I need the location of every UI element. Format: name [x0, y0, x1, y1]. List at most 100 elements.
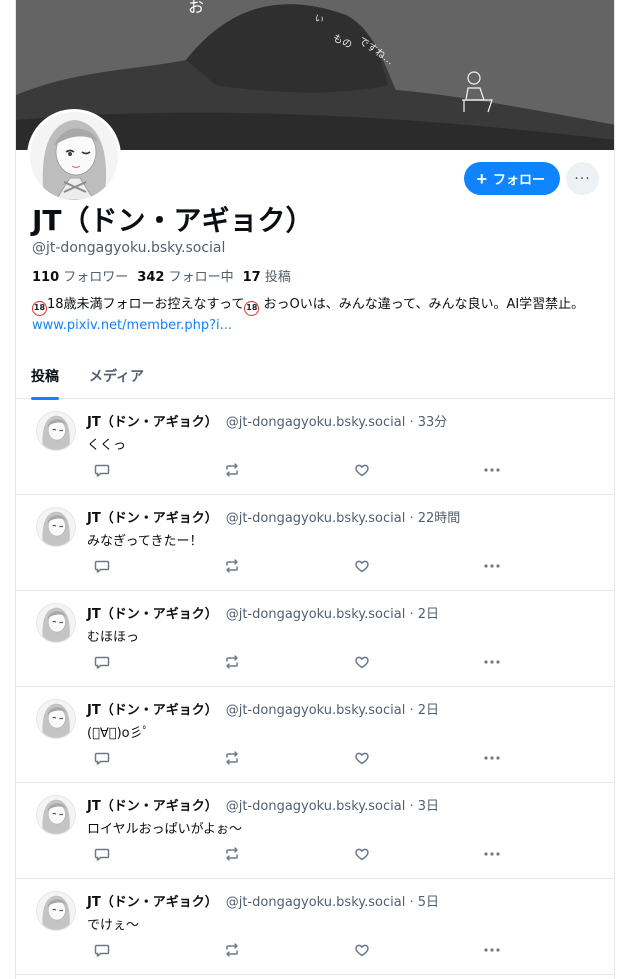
post-avatar[interactable] — [36, 795, 76, 835]
like-icon[interactable] — [353, 845, 371, 863]
post-meta: @jt-dongagyoku.bsky.social · 22時間 — [225, 511, 461, 526]
post-item[interactable]: JT（ドン・アギョク） @jt-dongagyoku.bsky.social · … — [16, 495, 614, 591]
like-icon[interactable] — [353, 461, 371, 479]
profile-info: JT（ドン・アギョク） @jt-dongagyoku.bsky.social 1… — [32, 203, 602, 333]
post-author[interactable]: JT（ドン・アギョク） — [87, 607, 218, 622]
following-label: フォロー中 — [168, 270, 234, 285]
post-item[interactable]: JT（ドン・アギョク） @jt-dongagyoku.bsky.social · … — [16, 399, 614, 495]
profile-tabs: 投稿 メディア — [16, 352, 614, 400]
reply-icon[interactable] — [93, 461, 111, 479]
post-header: JT（ドン・アギョク） @jt-dongagyoku.bsky.social · … — [87, 411, 447, 430]
like-icon[interactable] — [353, 557, 371, 575]
post-author[interactable]: JT（ドン・アギョク） — [87, 415, 218, 430]
post-author[interactable]: JT（ドン・アギョク） — [87, 703, 218, 718]
post-text: みなぎってきたー！ — [87, 534, 203, 549]
more-icon[interactable] — [483, 845, 501, 863]
post-text: むほほっ — [87, 630, 140, 645]
post-meta: @jt-dongagyoku.bsky.social · 3日 — [225, 799, 439, 814]
posts-count: 17 — [242, 270, 261, 285]
post-controls — [87, 461, 507, 479]
tab-posts[interactable]: 投稿 — [16, 352, 74, 400]
display-name: JT（ドン・アギョク） — [32, 204, 314, 237]
post-item[interactable]: JT（ドン・アギョク） @jt-dongagyoku.bsky.social · … — [16, 591, 614, 687]
repost-icon[interactable] — [223, 941, 241, 959]
post-feed: JT（ドン・アギョク） @jt-dongagyoku.bsky.social · … — [16, 399, 614, 975]
profile-avatar[interactable] — [27, 109, 121, 203]
post-header: JT（ドン・アギョク） @jt-dongagyoku.bsky.social · … — [87, 507, 460, 526]
followers-stat[interactable]: 110 フォロワー — [32, 266, 128, 285]
reply-icon[interactable] — [93, 749, 111, 767]
ellipsis-icon: ··· — [574, 170, 591, 187]
reply-icon[interactable] — [93, 941, 111, 959]
following-stat[interactable]: 342 フォロー中 — [137, 266, 233, 285]
post-meta: @jt-dongagyoku.bsky.social · 2日 — [225, 703, 439, 718]
like-icon[interactable] — [353, 653, 371, 671]
more-icon[interactable] — [483, 461, 501, 479]
followers-label: フォロワー — [63, 270, 129, 285]
post-item[interactable]: JT（ドン・アギョク） @jt-dongagyoku.bsky.social · … — [16, 879, 614, 975]
repost-icon[interactable] — [223, 845, 241, 863]
like-icon[interactable] — [353, 749, 371, 767]
post-header: JT（ドン・アギョク） @jt-dongagyoku.bsky.social · … — [87, 603, 439, 622]
profile-more-button[interactable]: ··· — [566, 162, 599, 195]
post-item[interactable]: JT（ドン・アギョク） @jt-dongagyoku.bsky.social · … — [16, 783, 614, 879]
profile-website-link[interactable]: www.pixiv.net/member.php?i... — [32, 318, 602, 333]
post-header: JT（ドン・アギョク） @jt-dongagyoku.bsky.social · … — [87, 891, 439, 910]
bio-text-1: 18歳未満フォローお控えなすって — [47, 297, 245, 312]
bio-text-2: おっOいは、みんな違って、みんな良い。AI学習禁止。 — [259, 297, 585, 312]
profile-actions: + フォロー ··· — [464, 162, 599, 195]
post-avatar[interactable] — [36, 891, 76, 931]
repost-icon[interactable] — [223, 461, 241, 479]
avatar-illustration — [37, 604, 75, 642]
post-text: でけぇ〜 — [87, 918, 140, 933]
post-author[interactable]: JT（ドン・アギョク） — [87, 511, 218, 526]
posts-label: 投稿 — [264, 270, 291, 285]
avatar-illustration — [30, 112, 118, 200]
like-icon[interactable] — [353, 941, 371, 959]
more-icon[interactable] — [483, 941, 501, 959]
post-header: JT（ドン・アギョク） @jt-dongagyoku.bsky.social · … — [87, 795, 439, 814]
profile-column: お い もの ですね… + フォロー ··· JT（ドン・アギョク） @jt-d… — [15, 0, 615, 979]
post-meta: @jt-dongagyoku.bsky.social · 33分 — [225, 415, 448, 430]
more-icon[interactable] — [483, 749, 501, 767]
post-avatar[interactable] — [36, 507, 76, 547]
avatar-illustration — [37, 892, 75, 930]
post-meta: @jt-dongagyoku.bsky.social · 5日 — [225, 895, 439, 910]
post-avatar[interactable] — [36, 411, 76, 451]
reply-icon[interactable] — [93, 557, 111, 575]
avatar-illustration — [37, 508, 75, 546]
post-author[interactable]: JT（ドン・アギョク） — [87, 895, 218, 910]
follow-button[interactable]: + フォロー — [464, 162, 560, 195]
age-18-badge-icon: 18 — [32, 301, 47, 316]
post-item[interactable]: JT（ドン・アギョク） @jt-dongagyoku.bsky.social · … — [16, 687, 614, 783]
post-avatar[interactable] — [36, 699, 76, 739]
post-meta: @jt-dongagyoku.bsky.social · 2日 — [225, 607, 439, 622]
post-header: JT（ドン・アギョク） @jt-dongagyoku.bsky.social · … — [87, 699, 439, 718]
avatar-illustration — [37, 796, 75, 834]
post-text: ロイヤルおっぱいがよぉ〜 — [87, 822, 242, 837]
post-text: (ﾟ∀ﾟ)o彡ﾟ — [87, 726, 150, 741]
profile-bio: 18 18歳未満フォローお控えなすって 18 おっOいは、みんな違って、みんな良い。… — [32, 296, 602, 316]
posts-stat: 17 投稿 — [243, 266, 291, 285]
profile-stats: 110 フォロワー 342 フォロー中 17 投稿 — [32, 266, 602, 285]
post-controls — [87, 845, 507, 863]
repost-icon[interactable] — [223, 749, 241, 767]
more-icon[interactable] — [483, 557, 501, 575]
tab-media[interactable]: メディア — [74, 352, 159, 399]
avatar-illustration — [37, 412, 75, 450]
banner-text-1: お — [188, 0, 204, 16]
repost-icon[interactable] — [223, 557, 241, 575]
more-icon[interactable] — [483, 653, 501, 671]
follow-button-label: フォロー — [492, 172, 545, 187]
reply-icon[interactable] — [93, 845, 111, 863]
post-controls — [87, 749, 507, 767]
age-18-badge-icon: 18 — [244, 301, 260, 316]
page: お い もの ですね… + フォロー ··· JT（ドン・アギョク） @jt-d… — [0, 0, 630, 979]
post-controls — [87, 653, 507, 671]
repost-icon[interactable] — [223, 653, 241, 671]
post-author[interactable]: JT（ドン・アギョク） — [87, 799, 218, 814]
followers-count: 110 — [32, 270, 60, 285]
reply-icon[interactable] — [93, 653, 111, 671]
post-avatar[interactable] — [36, 603, 76, 643]
post-controls — [87, 941, 507, 959]
